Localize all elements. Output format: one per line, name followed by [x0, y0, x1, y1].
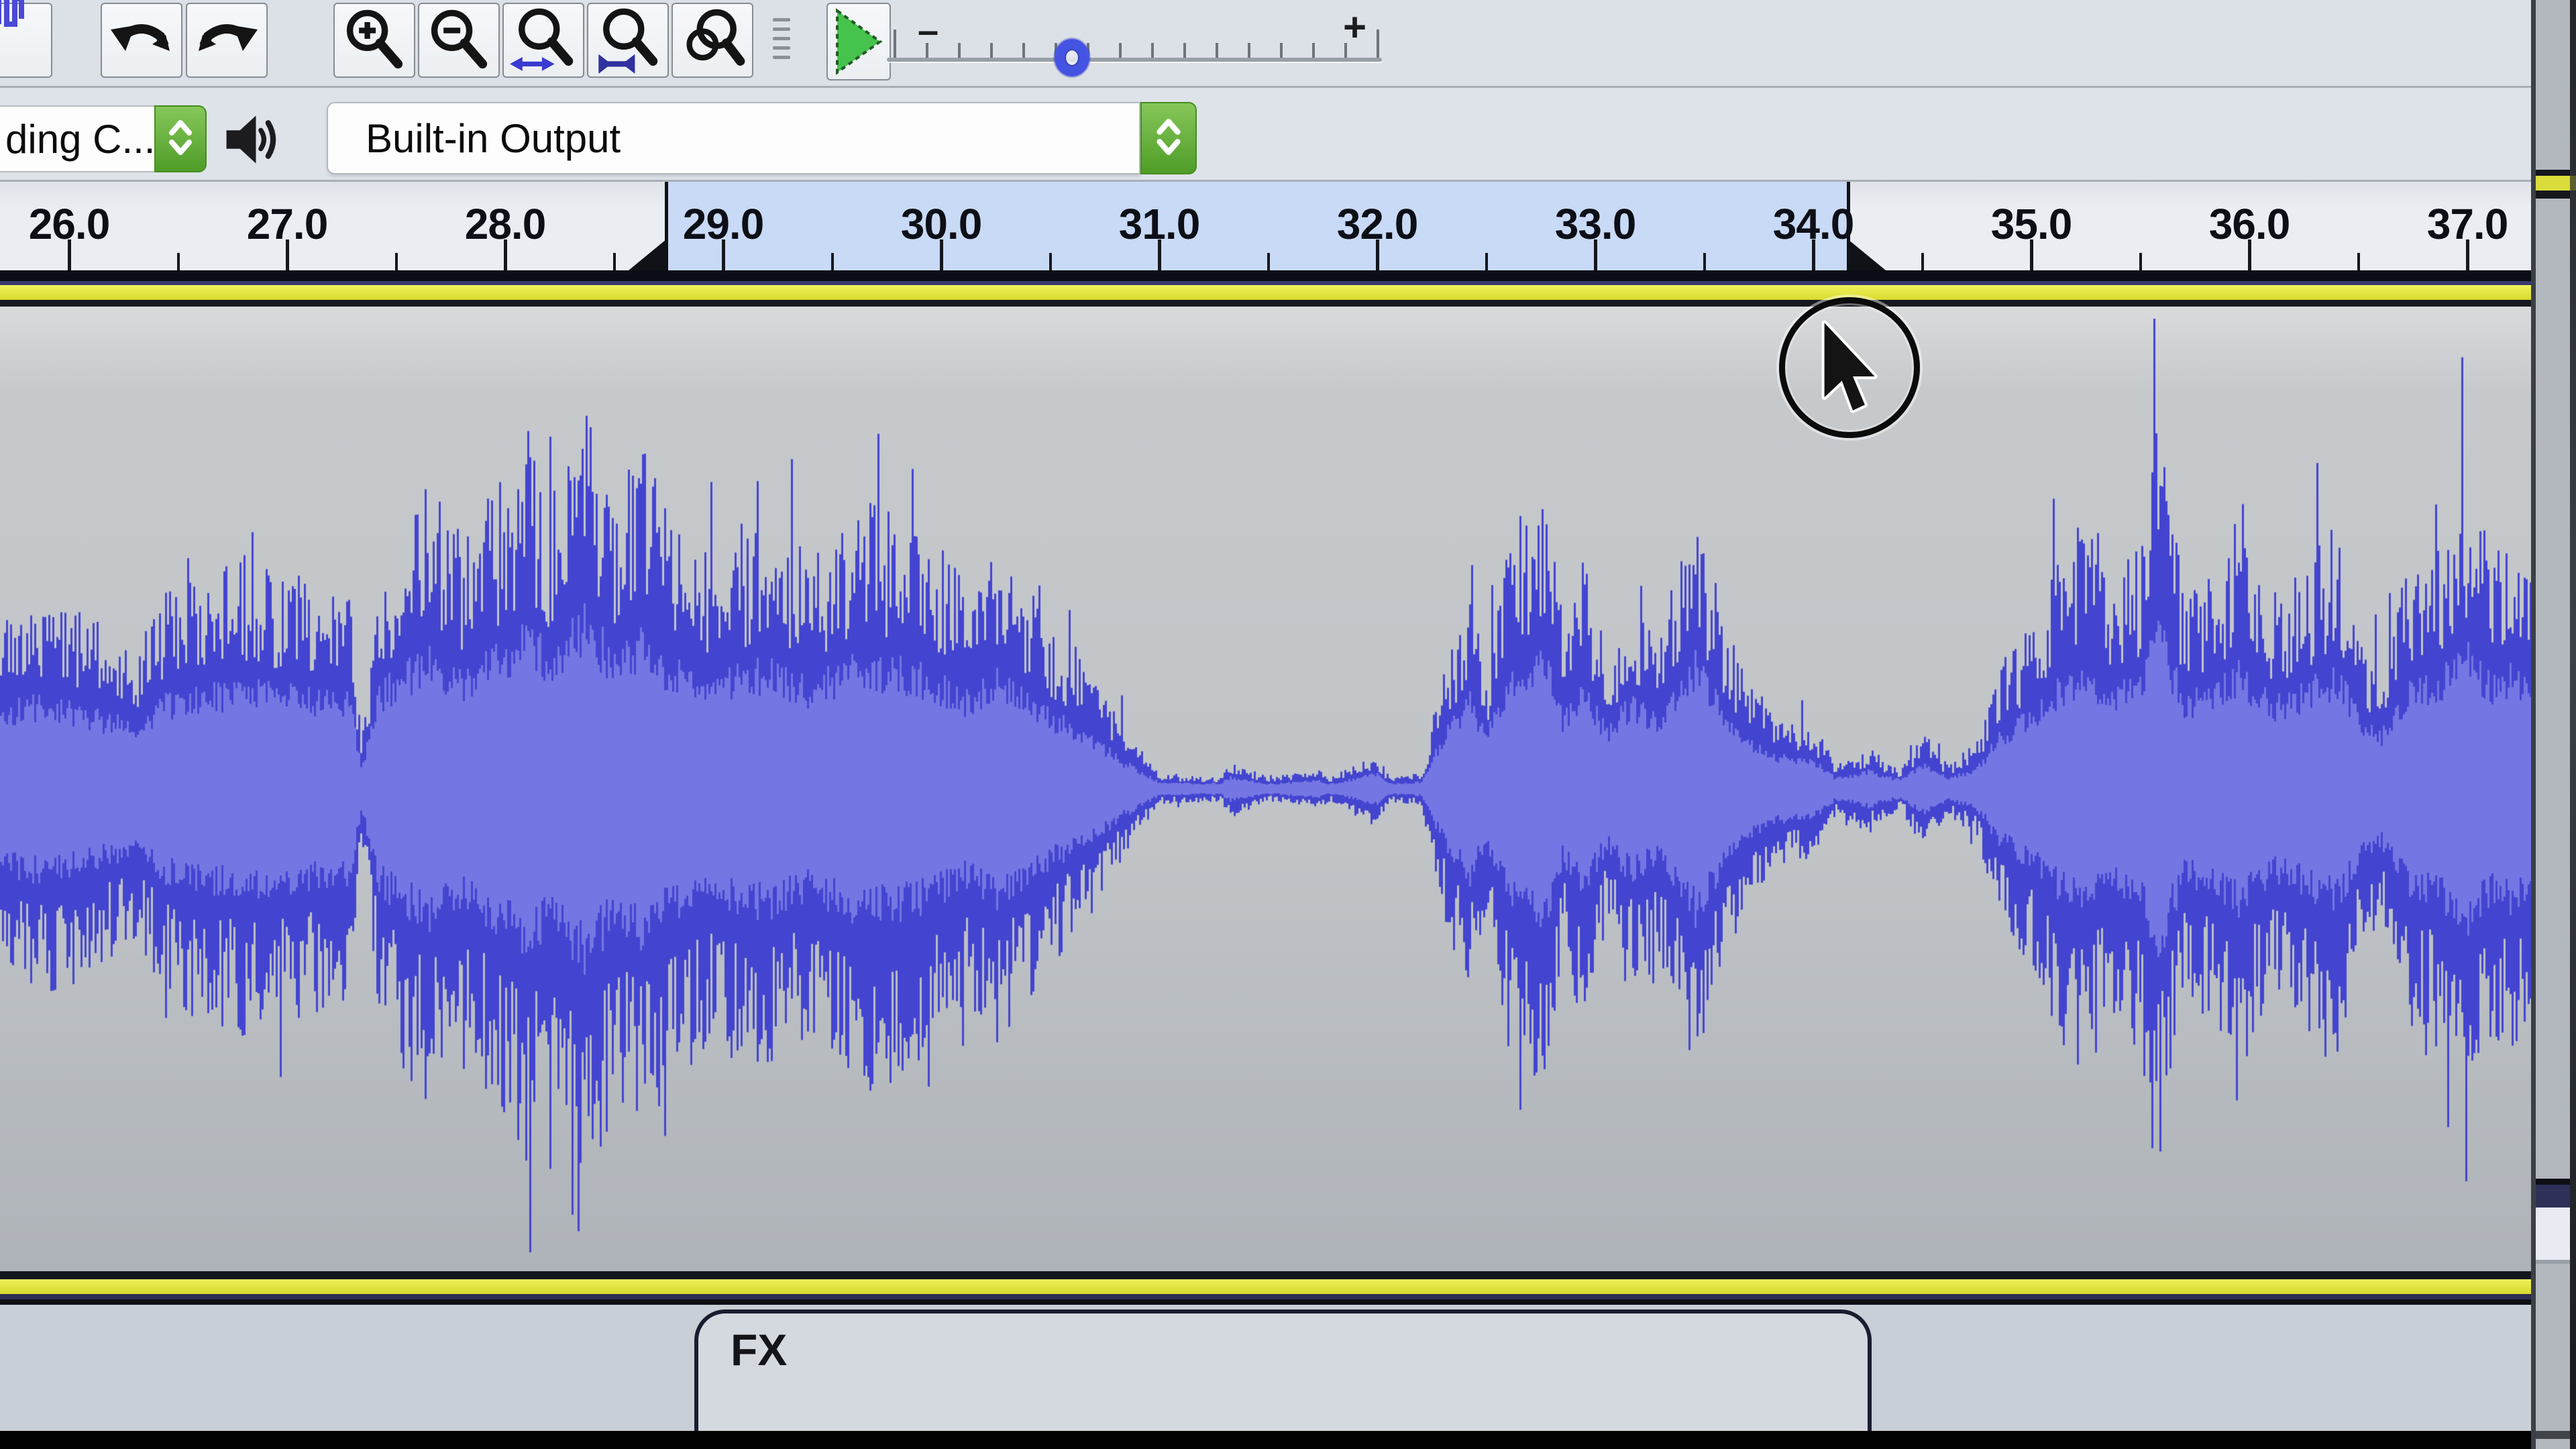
bottom-black-bar [0, 1431, 2531, 1449]
mouse-cursor-icon [1819, 321, 1886, 425]
timeline-label: 36.0 [2209, 199, 2290, 249]
waveform [0, 307, 2531, 1271]
timeline-label: 34.0 [1773, 199, 1854, 249]
timeline-label: 29.0 [683, 199, 764, 249]
silence-selection-button[interactable] [0, 3, 52, 78]
timeline-label: 28.0 [465, 199, 546, 249]
slider-tick [1344, 43, 1347, 59]
timeline-minor-tick [1921, 253, 1924, 270]
playback-speed-slider-thumb[interactable] [1055, 39, 1089, 76]
slider-tick [1216, 43, 1218, 59]
timeline-minor-tick [177, 253, 180, 270]
timeline-label: 26.0 [29, 199, 110, 249]
timeline-label: 37.0 [2427, 199, 2508, 249]
timeline-label: 33.0 [1555, 199, 1636, 249]
timeline-ruler[interactable]: 26.0 27.0 28.0 29.0 30.0 31.0 32.0 33.0 34.0 35.0… [0, 182, 2531, 270]
timeline-minor-tick [613, 253, 616, 270]
timeline-minor-tick [2139, 253, 2142, 270]
timeline-minor-tick [395, 253, 398, 270]
edit-toolbar: – + [0, 0, 2531, 88]
speaker-icon [221, 111, 283, 172]
timeline-label: 35.0 [1991, 199, 2072, 249]
recording-channels-combo-text: ding C... [5, 116, 155, 162]
timeline-label: 32.0 [1337, 199, 1418, 249]
slider-tick [1248, 43, 1250, 59]
toolbar-grip-handle[interactable] [773, 12, 790, 65]
zoom-toggle-button[interactable] [672, 3, 753, 78]
chevron-up-down-icon [1150, 111, 1187, 166]
slider-tick [1183, 43, 1186, 59]
window-right-edge [2531, 0, 2536, 1449]
timeline-minor-tick [1485, 253, 1488, 270]
slider-tick [1022, 43, 1025, 59]
track-bottom-border-dark [0, 1271, 2531, 1279]
timeline-minor-tick [1049, 253, 1052, 270]
loop-region-start-handle[interactable] [627, 239, 667, 270]
loop-region-end-handle[interactable] [1847, 239, 1887, 270]
screen-right-dark-edge [2570, 0, 2576, 1449]
undo-button[interactable] [101, 3, 182, 78]
background-window-sliver [2536, 0, 2570, 1449]
track-top-border-dark2 [0, 300, 2531, 307]
track-bottom-border-dark2 [0, 1299, 2531, 1305]
zoom-in-button[interactable] [333, 3, 415, 78]
timeline-label: 27.0 [247, 199, 328, 249]
slider-tick [894, 30, 896, 59]
timeline-minor-tick [831, 253, 834, 270]
fx-panel-label: FX [731, 1324, 787, 1375]
timeline-label: 30.0 [901, 199, 982, 249]
chevron-up-down-icon [162, 114, 199, 164]
track-bottom-border-yellow [0, 1279, 2531, 1294]
recording-channels-stepper[interactable] [154, 105, 207, 172]
recording-channels-combo[interactable]: ding C... [0, 105, 156, 172]
slider-tick [1312, 43, 1315, 59]
device-toolbar: ding C... Built-in Output [0, 88, 2531, 182]
slider-tick [958, 43, 961, 59]
audacity-window: – + ding C... Built-in Outp [0, 0, 2576, 1449]
play-at-speed-button[interactable] [826, 3, 891, 80]
slider-tick [990, 43, 993, 59]
playback-speed-slider[interactable] [887, 58, 1382, 62]
track-top-border-dark [0, 270, 2531, 281]
track-top-border-yellow [0, 285, 2531, 300]
audio-track-canvas[interactable] [0, 307, 2531, 1271]
slider-tick [926, 43, 928, 59]
fx-panel[interactable]: FX [694, 1309, 1872, 1449]
zoom-to-selection-button[interactable] [502, 3, 584, 78]
playback-device-stepper[interactable] [1140, 102, 1197, 174]
slider-tick [1119, 43, 1122, 59]
timeline-loop-region[interactable] [666, 182, 1848, 270]
slider-tick [1280, 43, 1283, 59]
fit-project-button[interactable] [587, 3, 669, 78]
slider-tick [1377, 30, 1379, 59]
timeline-label: 31.0 [1119, 199, 1200, 249]
playback-device-combo-text: Built-in Output [366, 115, 621, 162]
playback-device-combo[interactable]: Built-in Output [327, 102, 1140, 174]
timeline-minor-tick [1703, 253, 1706, 270]
timeline-minor-tick [1267, 253, 1270, 270]
redo-button[interactable] [186, 3, 268, 78]
timeline-minor-tick [2357, 253, 2360, 270]
track-bottom-border-navy [0, 1294, 2531, 1299]
zoom-out-button[interactable] [418, 3, 500, 78]
slider-tick [1151, 43, 1154, 59]
